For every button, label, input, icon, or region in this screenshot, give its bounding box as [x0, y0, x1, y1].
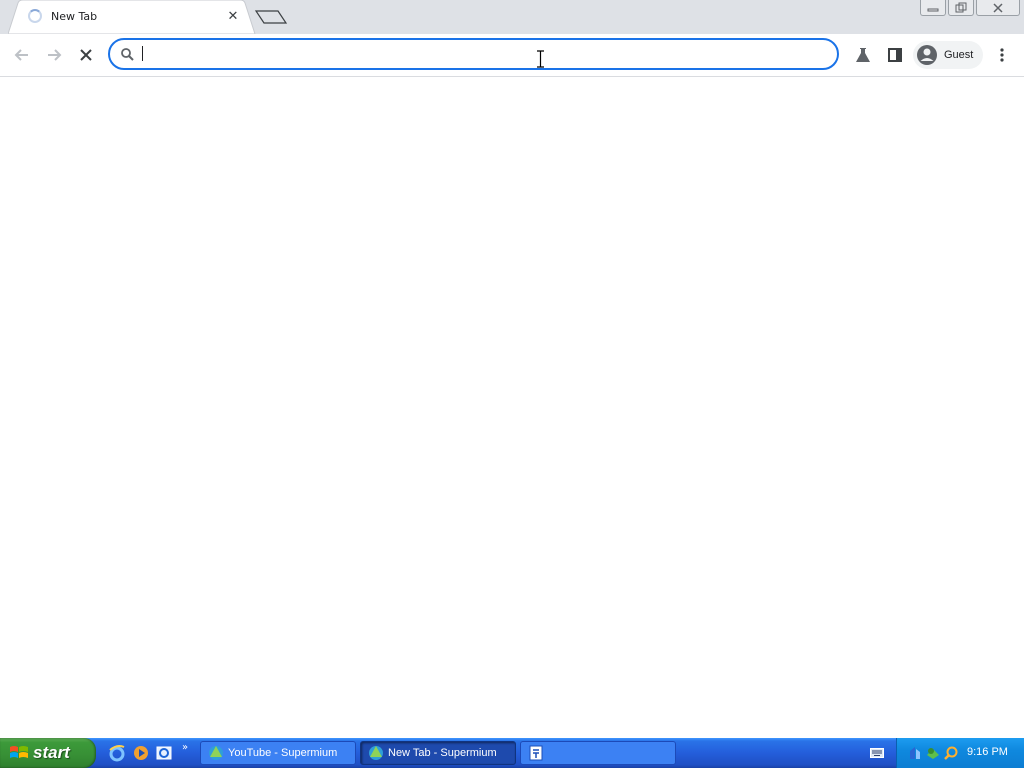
- close-window-button[interactable]: [976, 0, 1020, 16]
- search-icon: [121, 48, 134, 61]
- stop-loading-button[interactable]: [74, 43, 98, 67]
- tab-close-icon[interactable]: ✕: [226, 9, 240, 23]
- page-content: [0, 77, 1024, 738]
- supermium-icon: [209, 746, 223, 760]
- outlook-express-icon[interactable]: [155, 744, 173, 762]
- flask-icon: [856, 48, 870, 62]
- text-caret: [142, 46, 143, 61]
- forward-arrow-icon: [48, 49, 62, 61]
- profile-button[interactable]: Guest: [913, 41, 983, 69]
- kebab-menu-icon: [1000, 48, 1004, 62]
- new-tab-button[interactable]: [254, 8, 288, 26]
- ibeam-cursor-icon: [537, 50, 544, 68]
- browser-toolbar: Guest: [0, 34, 1024, 77]
- safely-remove-icon[interactable]: [925, 745, 941, 761]
- task-button-document[interactable]: [520, 741, 676, 765]
- restore-button[interactable]: [948, 0, 974, 16]
- window-controls: [920, 0, 1024, 18]
- guest-avatar-icon: [917, 45, 937, 65]
- minimize-button[interactable]: [920, 0, 946, 16]
- stop-x-icon: [80, 49, 92, 61]
- side-panel-button[interactable]: [883, 43, 907, 67]
- tab-new-tab[interactable]: New Tab ✕: [8, 0, 256, 34]
- taskbar: start » YouTube - Supermium New Tab - Su…: [0, 738, 1024, 768]
- side-panel-icon: [888, 48, 902, 62]
- task-button-youtube[interactable]: YouTube - Supermium: [200, 741, 356, 765]
- menu-button[interactable]: [990, 43, 1014, 67]
- media-player-icon[interactable]: [132, 744, 150, 762]
- labs-button[interactable]: [851, 43, 875, 67]
- quick-launch-chevron-icon[interactable]: »: [182, 742, 188, 753]
- tab-strip: New Tab ✕: [0, 0, 1024, 34]
- keyboard-language-icon[interactable]: [870, 747, 884, 759]
- minimize-icon: [927, 8, 939, 11]
- close-window-icon: [993, 2, 1003, 13]
- tab-title: New Tab: [51, 10, 98, 23]
- internet-explorer-icon[interactable]: [108, 744, 126, 762]
- restore-icon: [955, 2, 967, 12]
- supermium-icon: [369, 746, 383, 760]
- system-tray: 9:16 PM: [896, 738, 1024, 768]
- start-label: start: [33, 743, 70, 762]
- search-tray-icon[interactable]: [943, 745, 959, 761]
- task-button-new-tab[interactable]: New Tab - Supermium: [360, 741, 516, 765]
- task-label: New Tab - Supermium: [388, 747, 497, 759]
- address-bar[interactable]: [108, 38, 839, 70]
- tab-shape: [8, 0, 256, 34]
- document-app-icon: [529, 745, 543, 761]
- address-input[interactable]: [140, 43, 820, 65]
- forward-button[interactable]: [42, 43, 66, 67]
- profile-label: Guest: [944, 49, 974, 61]
- task-label: YouTube - Supermium: [228, 747, 338, 759]
- start-button[interactable]: start: [0, 738, 96, 768]
- windows-logo-icon: [10, 746, 28, 758]
- clock: 9:16 PM: [967, 746, 1008, 758]
- network-icon[interactable]: [907, 745, 923, 761]
- back-arrow-icon: [14, 49, 28, 61]
- back-button[interactable]: [10, 43, 34, 67]
- loading-spinner-icon: [28, 9, 42, 23]
